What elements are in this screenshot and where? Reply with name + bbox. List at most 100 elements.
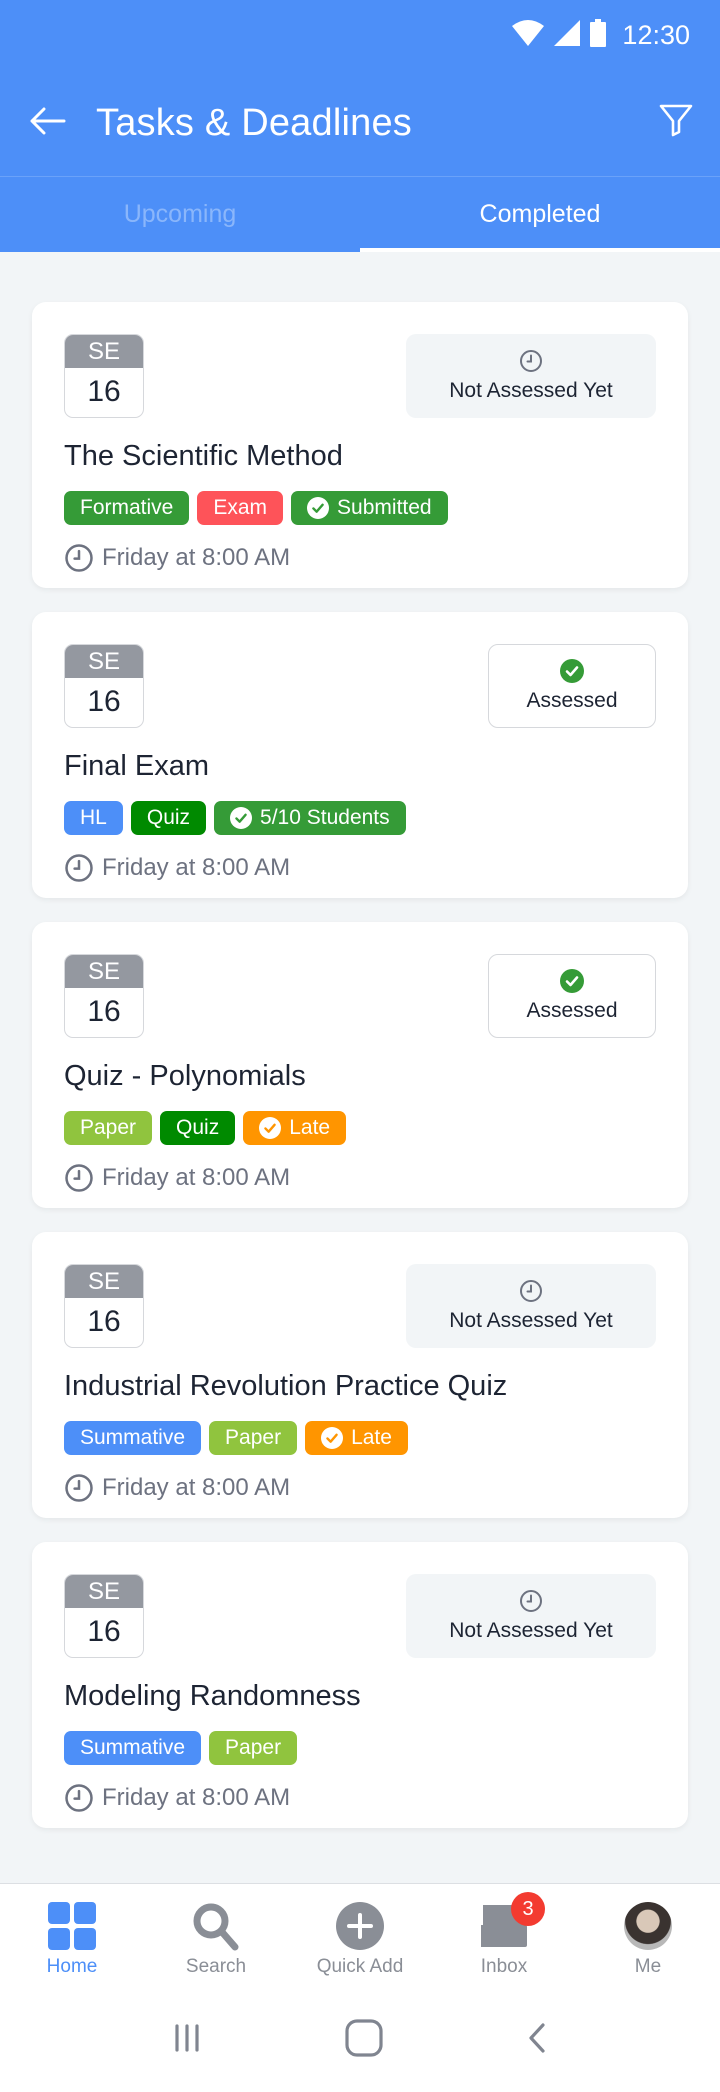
tag-label: Quiz	[146, 806, 191, 829]
assessment-status-label: Not Assessed Yet	[449, 1309, 613, 1332]
back-icon[interactable]	[525, 2022, 549, 2059]
app-bar: Tasks & Deadlines	[0, 70, 720, 176]
tag-label: Paper	[225, 1426, 282, 1449]
clock-time: 12:30	[622, 19, 690, 50]
tag-formative: Formative	[64, 491, 190, 525]
nav-label: Search	[185, 1956, 247, 1977]
date-month: SE	[65, 1575, 143, 1608]
due-time-label: Friday at 8:00 AM	[102, 1474, 291, 1501]
assessment-status: Assessed	[488, 954, 656, 1038]
assessment-status-label: Not Assessed Yet	[449, 1619, 613, 1642]
clock-icon	[64, 1783, 94, 1813]
nav-item-me[interactable]: Me	[576, 1884, 720, 1988]
nav-label: Quick Add	[316, 1956, 404, 1977]
tag-label: Paper	[225, 1736, 282, 1759]
date-badge: SE 16	[64, 644, 144, 728]
due-time: Friday at 8:00 AM	[64, 1783, 656, 1813]
tag-label: 5/10 Students	[260, 806, 390, 829]
date-day: 16	[87, 685, 121, 718]
tag-5-10-students: 5/10 Students	[214, 801, 406, 835]
due-time: Friday at 8:00 AM	[64, 1473, 656, 1503]
task-title: Final Exam	[64, 750, 210, 782]
tab-bar: Upcoming Completed	[0, 176, 720, 252]
task-card[interactable]: SE 16 Assessed Quiz - Polynomials Paper …	[32, 922, 688, 1208]
assessment-status-label: Assessed	[526, 999, 618, 1022]
tag-list: Formative Exam Submitted	[64, 491, 656, 525]
tag-paper: Paper	[64, 1111, 153, 1145]
tag-list: HL Quiz 5/10 Students	[64, 801, 656, 835]
date-day: 16	[87, 995, 121, 1028]
assessment-status-label: Assessed	[526, 689, 618, 712]
nav-item-search[interactable]: Search	[144, 1884, 288, 1988]
date-day: 16	[87, 1305, 121, 1338]
date-badge: SE 16	[64, 954, 144, 1038]
check-circle-icon	[259, 1117, 282, 1139]
check-circle-icon	[560, 659, 584, 683]
date-month: SE	[65, 1265, 143, 1298]
nav-label: Me	[634, 1956, 662, 1977]
task-card[interactable]: SE 16 Not Assessed Yet The Scientific Me…	[32, 302, 688, 588]
page-title: Tasks & Deadlines	[96, 101, 412, 144]
recents-icon[interactable]	[171, 2022, 203, 2059]
tag-paper: Paper	[209, 1421, 298, 1455]
nav-item-quick-add[interactable]: Quick Add	[288, 1884, 432, 1988]
task-list: SE 16 Not Assessed Yet The Scientific Me…	[0, 252, 720, 1828]
task-title: Modeling Randomness	[64, 1680, 361, 1712]
tag-label: Summative	[80, 1736, 186, 1759]
nav-label: Inbox	[480, 1956, 528, 1977]
clock-icon	[64, 853, 94, 883]
task-card[interactable]: SE 16 Not Assessed Yet Modeling Randomne…	[32, 1542, 688, 1828]
date-day: 16	[87, 1615, 121, 1648]
assessment-status: Not Assessed Yet	[406, 1574, 656, 1658]
date-badge: SE 16	[64, 334, 144, 418]
date-month: SE	[65, 645, 143, 678]
tag-label: Summative	[80, 1426, 186, 1449]
assessment-status: Not Assessed Yet	[406, 1264, 656, 1348]
signal-icon	[554, 19, 581, 51]
check-circle-icon	[307, 497, 330, 519]
clock-icon	[64, 1473, 94, 1503]
status-bar: 12:30	[0, 0, 720, 70]
notification-badge: 3	[511, 1892, 545, 1926]
task-card[interactable]: SE 16 Not Assessed Yet Industrial Revolu…	[32, 1232, 688, 1518]
tag-late: Late	[305, 1421, 408, 1455]
date-badge: SE 16	[64, 1574, 144, 1658]
tag-late: Late	[243, 1111, 347, 1145]
avatar	[624, 1902, 672, 1950]
assessment-status-label: Not Assessed Yet	[449, 379, 613, 402]
tag-paper: Paper	[209, 1731, 298, 1765]
tag-quiz: Quiz	[160, 1111, 236, 1145]
assessment-status: Assessed	[488, 644, 656, 728]
check-circle-icon	[560, 969, 584, 993]
clock-icon	[519, 1589, 543, 1613]
tab-upcoming[interactable]: Upcoming	[0, 177, 360, 252]
tab-completed[interactable]: Completed	[360, 177, 720, 252]
bottom-nav: Home Search Quick Add 3 Inbox Me	[0, 1883, 720, 1988]
search-icon	[191, 1901, 241, 1951]
due-time: Friday at 8:00 AM	[64, 853, 656, 883]
tag-label: Submitted	[337, 496, 432, 519]
nav-item-inbox[interactable]: 3 Inbox	[432, 1884, 576, 1988]
due-time: Friday at 8:00 AM	[64, 1163, 656, 1193]
filter-icon[interactable]	[658, 102, 694, 143]
check-circle-icon	[230, 807, 253, 829]
wifi-icon	[512, 19, 545, 51]
assessment-status: Not Assessed Yet	[406, 334, 656, 418]
arrow-left-icon[interactable]	[28, 106, 66, 141]
tag-list: Summative Paper	[64, 1731, 656, 1765]
check-circle-icon	[321, 1427, 344, 1449]
home-icon[interactable]	[344, 2018, 384, 2063]
due-time-label: Friday at 8:00 AM	[102, 1784, 291, 1811]
tag-label: HL	[80, 806, 107, 829]
tag-label: Quiz	[176, 1116, 220, 1139]
system-nav	[0, 1988, 720, 2092]
task-card[interactable]: SE 16 Assessed Final Exam HL Quiz 5/10 S…	[32, 612, 688, 898]
tag-label: Late	[289, 1116, 331, 1139]
date-month: SE	[65, 955, 143, 988]
tag-label: Exam	[213, 496, 268, 519]
due-time: Friday at 8:00 AM	[64, 543, 656, 573]
tag-label: Paper	[80, 1116, 137, 1139]
tag-hl: HL	[64, 801, 123, 835]
plus-circle-icon	[336, 1902, 384, 1950]
nav-item-home[interactable]: Home	[0, 1884, 144, 1988]
